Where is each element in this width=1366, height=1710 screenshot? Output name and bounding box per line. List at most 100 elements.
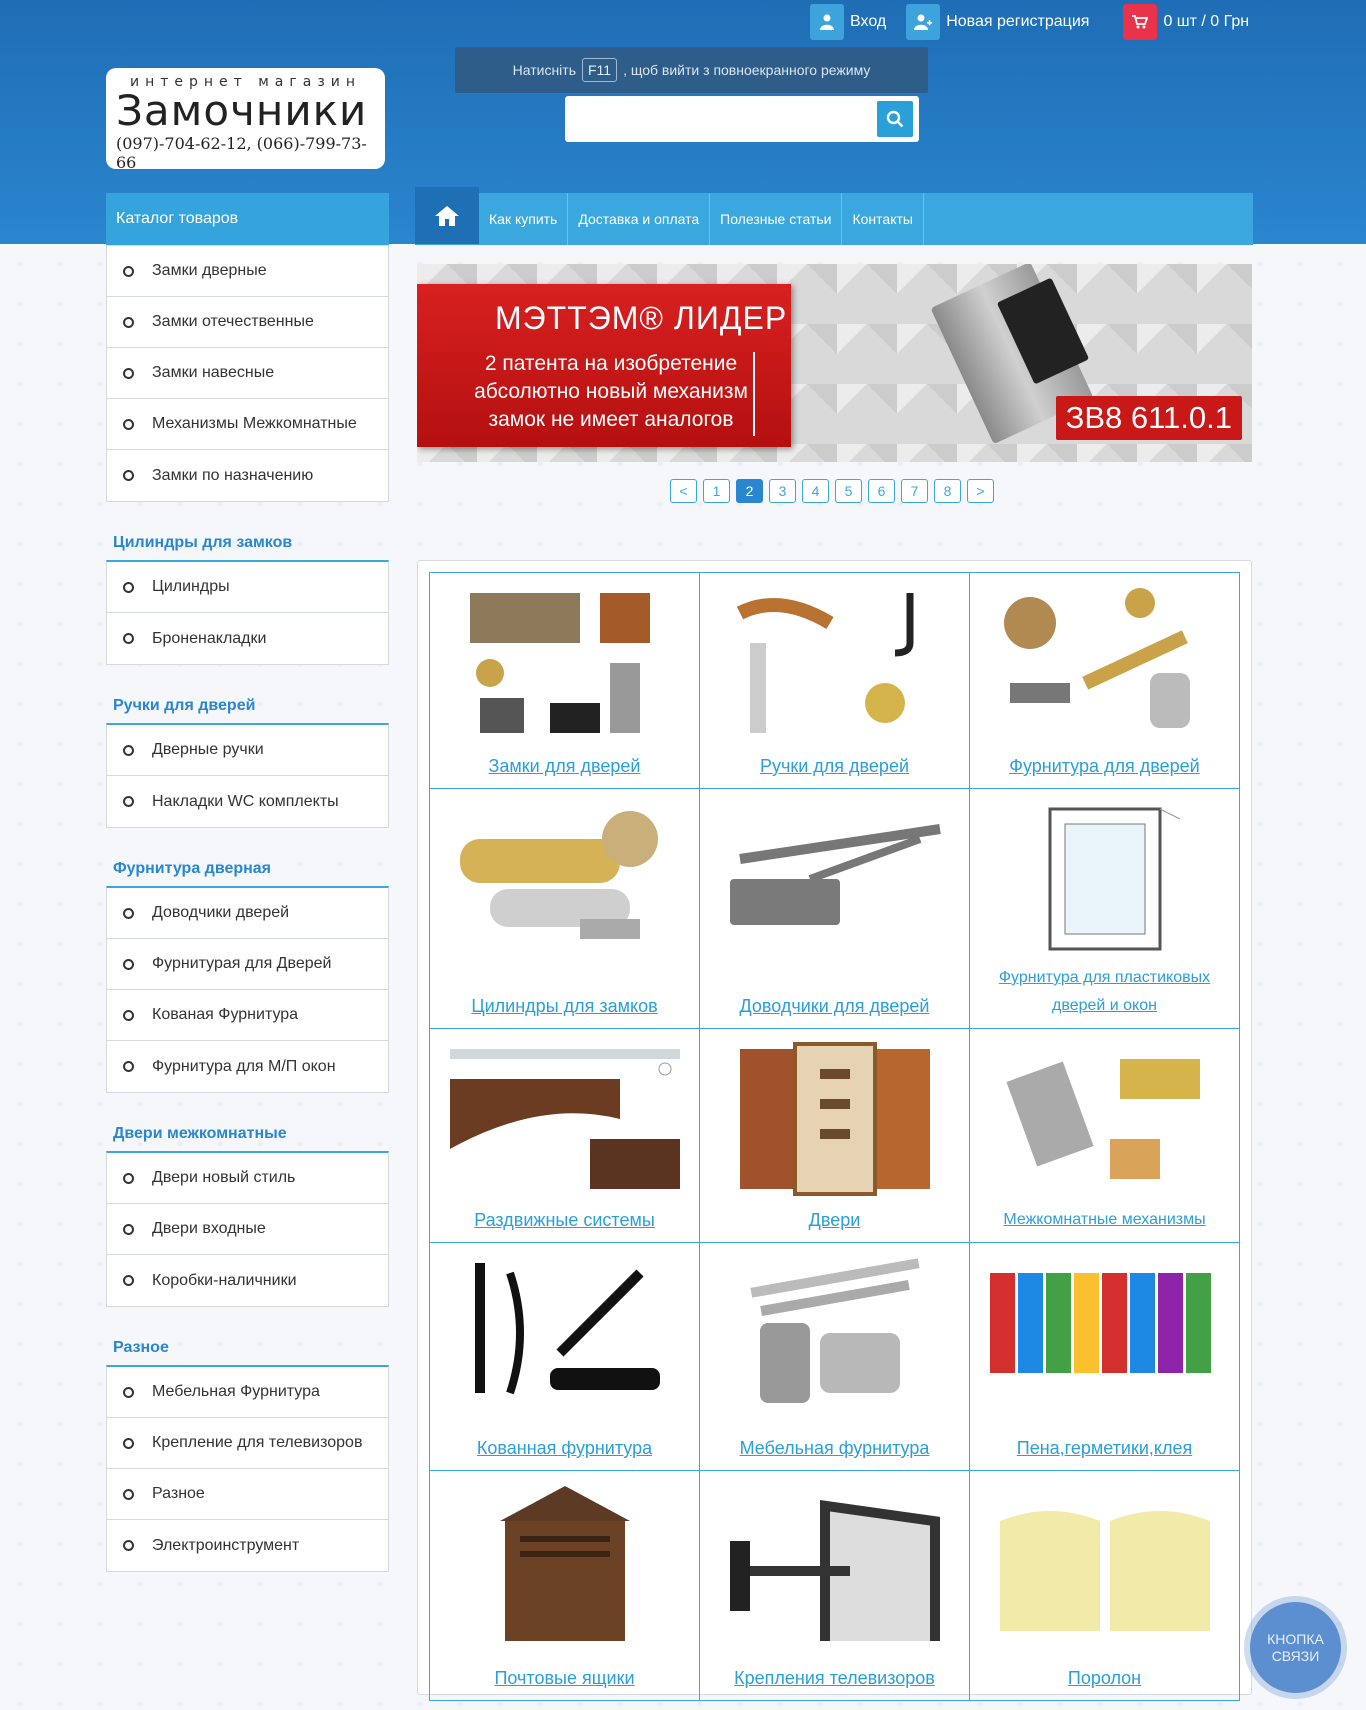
sidebar-item[interactable]: Дверные ручки [107, 725, 388, 776]
pager-page[interactable]: 6 [868, 479, 895, 503]
product-tile[interactable]: Кованная фурнитура [430, 1243, 700, 1471]
bullet-icon [123, 907, 134, 919]
sidebar-item[interactable]: Двери новый стиль [107, 1153, 388, 1204]
sidebar-group-title[interactable]: Ручки для дверей [106, 665, 389, 723]
sidebar-item[interactable]: Цилиндры [107, 562, 388, 613]
bullet-icon [123, 470, 134, 481]
sidebar-item-label: Двери входные [152, 1220, 266, 1237]
sidebar-item[interactable]: Электроинструмент [107, 1520, 388, 1571]
interior-mechanisms-image [1006, 1059, 1200, 1179]
product-tile[interactable]: Межкомнатные механизмы [970, 1029, 1240, 1243]
sidebar-item[interactable]: Крепление для телевизоров [107, 1418, 388, 1469]
pager-next[interactable]: > [967, 479, 994, 503]
bullet-icon [123, 1009, 134, 1021]
pager-page[interactable]: 3 [769, 479, 796, 503]
sidebar-item-label: Разное [152, 1485, 205, 1502]
sidebar-item-label: Фурнитурая для Дверей [152, 955, 332, 972]
product-tile[interactable]: Крепления телевизоров [700, 1471, 970, 1701]
product-tile[interactable]: Пена,герметики,клея [970, 1243, 1240, 1471]
sidebar-item[interactable]: Фурнитура для М/П окон [107, 1041, 388, 1092]
sidebar-group-title[interactable]: Двери межкомнатные [106, 1093, 389, 1151]
sidebar-item-label: Замки отечественные [152, 313, 314, 330]
contact-button[interactable]: КНОПКА СВЯЗИ [1250, 1602, 1341, 1693]
home-button[interactable] [415, 187, 479, 244]
banner-line: замок не имеет аналогов [488, 408, 734, 431]
product-tile[interactable]: Фурнитура для дверей [970, 573, 1240, 789]
furniture-hardware-image [750, 1258, 920, 1403]
promo-banner[interactable]: МЭТТЭМ® ЛИДЕР 2 патента на изобретение а… [417, 264, 1252, 462]
bullet-icon [123, 744, 134, 756]
sidebar-item[interactable]: Доводчики дверей [107, 888, 388, 939]
sidebar-item[interactable]: Замки навесные [107, 348, 388, 399]
sidebar-item[interactable]: Фурнитурая для Дверей [107, 939, 388, 990]
product-label: Крепления телевизоров [734, 1668, 935, 1688]
pager-page[interactable]: 7 [901, 479, 928, 503]
nav-delivery[interactable]: Доставка и оплата [568, 193, 711, 245]
sidebar-item[interactable]: Мебельная Фурнитура [107, 1367, 388, 1418]
banner-line: абсолютно новый механизм [474, 380, 748, 403]
sidebar-item[interactable]: Замки по назначению [107, 450, 388, 501]
product-grid-panel: Замки для дверей Ручки для дверей Фурнит… [417, 560, 1252, 1701]
bullet-icon [123, 796, 134, 807]
product-label: Замки для дверей [488, 756, 641, 776]
sidebar-group-title[interactable]: Фурнитура дверная [106, 828, 389, 886]
door-closers-image [730, 824, 941, 925]
pager-page[interactable]: 4 [802, 479, 829, 503]
sidebar-item-label: Механизмы Межкомнатные [152, 415, 357, 432]
sidebar-item[interactable]: Коробки-наличники [107, 1255, 388, 1306]
user-add-icon [906, 4, 941, 40]
sidebar-item-label: Фурнитура для М/П окон [152, 1057, 336, 1075]
product-tile[interactable]: Фурнитура для пластиковых дверей и окон [970, 789, 1240, 1029]
cart-link[interactable]: 0 шт / 0 Грн [1109, 4, 1249, 40]
product-tile[interactable]: Мебельная фурнитура [700, 1243, 970, 1471]
pager-page[interactable]: 1 [703, 479, 730, 503]
bullet-icon [123, 316, 134, 328]
product-tile[interactable]: Поролон [970, 1471, 1240, 1701]
register-link[interactable]: Новая регистрация [906, 4, 1089, 40]
search-input[interactable] [573, 99, 877, 139]
product-tile[interactable]: Цилиндры для замков [430, 789, 700, 1029]
product-tile[interactable]: Доводчики для дверей [700, 789, 970, 1029]
nav-contacts[interactable]: Контакты [842, 193, 924, 245]
product-label: Фурнитура для дверей [1009, 756, 1200, 776]
nav-articles[interactable]: Полезные статьи [710, 193, 843, 245]
cylinders-image [460, 811, 658, 939]
login-link[interactable]: Вход [810, 4, 886, 40]
sidebar-item-label: Мебельная Фурнитура [152, 1383, 320, 1400]
product-label: Кованная фурнитура [476, 1438, 653, 1458]
pager-page[interactable]: 5 [835, 479, 862, 503]
cart-icon [1123, 4, 1158, 40]
sidebar-item[interactable]: Броненакладки [107, 613, 388, 664]
banner-divider [753, 352, 755, 436]
nav-how-to-buy[interactable]: Как купить [479, 193, 569, 245]
bullet-icon [123, 265, 134, 277]
product-tile[interactable]: Двери [700, 1029, 970, 1243]
sidebar-item[interactable]: Кованая Фурнитура [107, 990, 388, 1041]
f11-key: F11 [582, 58, 618, 82]
bullet-icon [123, 418, 134, 430]
sidebar-item[interactable]: Замки отечественные [107, 297, 388, 348]
sidebar-item[interactable]: Механизмы Межкомнатные [107, 399, 388, 450]
search-button[interactable] [877, 101, 913, 137]
sidebar-item-label: Броненакладки [152, 629, 267, 647]
pager-prev[interactable]: < [670, 479, 697, 503]
pager-page-active[interactable]: 2 [736, 479, 763, 503]
product-tile[interactable]: Почтовые ящики [430, 1471, 700, 1701]
product-tile[interactable]: Замки для дверей [430, 573, 700, 789]
bullet-icon [123, 1437, 134, 1449]
sidebar-group-title[interactable]: Разное [106, 1307, 389, 1365]
site-logo[interactable]: интернет магазин Замочники (097)-704-62-… [106, 68, 385, 172]
banner-line: 2 патента на изобретение [484, 352, 738, 375]
sidebar-item[interactable]: Накладки WC комплекты [107, 776, 388, 827]
sidebar-group-title[interactable]: Цилиндры для замков [106, 502, 389, 560]
sidebar-item[interactable]: Разное [107, 1469, 388, 1520]
register-label: Новая регистрация [946, 13, 1090, 30]
logo-name: Замочники [116, 86, 368, 135]
product-label: Пена,герметики,клея [1016, 1438, 1193, 1458]
product-tile[interactable]: Ручки для дверей [700, 573, 970, 789]
sidebar-item[interactable]: Замки дверные [107, 246, 388, 297]
product-tile[interactable]: Раздвижные системы [430, 1029, 700, 1243]
sidebar-item[interactable]: Двери входные [107, 1204, 388, 1255]
pager-page[interactable]: 8 [934, 479, 961, 503]
sidebar-item-label: Двери новый стиль [152, 1169, 296, 1186]
